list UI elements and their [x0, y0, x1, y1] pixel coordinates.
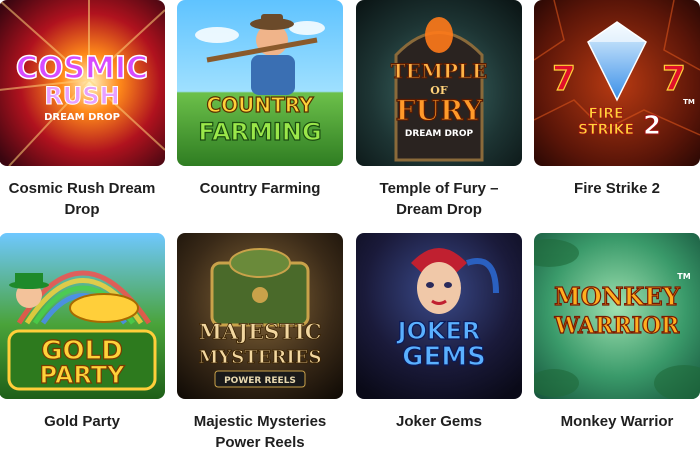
svg-text:RUSH: RUSH: [44, 82, 119, 110]
country-farming-artwork: COUNTRY FARMING: [177, 0, 343, 166]
svg-text:2: 2: [643, 111, 661, 141]
svg-text:TEMPLE: TEMPLE: [391, 59, 488, 83]
game-title[interactable]: Fire Strike 2: [534, 178, 700, 199]
svg-text:COSMIC: COSMIC: [16, 51, 148, 86]
majestic-mysteries-artwork: MAJESTIC MYSTERIES POWER REELS: [177, 233, 343, 399]
svg-text:FURY: FURY: [396, 94, 484, 127]
svg-text:GEMS: GEMS: [402, 342, 486, 372]
game-title[interactable]: Country Farming: [177, 178, 343, 199]
game-card-majestic-mysteries[interactable]: MAJESTIC MYSTERIES POWER REELS Majestic …: [177, 233, 343, 453]
game-thumbnail[interactable]: COUNTRY FARMING: [177, 0, 343, 166]
game-title[interactable]: Gold Party: [0, 411, 165, 432]
svg-text:MAJESTIC: MAJESTIC: [199, 319, 322, 344]
svg-text:DREAM DROP: DREAM DROP: [44, 112, 120, 123]
game-card-cosmic-rush[interactable]: COSMIC RUSH DREAM DROP Cosmic Rush Dream…: [0, 0, 165, 220]
game-card-joker-gems[interactable]: JOKER GEMS Joker Gems: [356, 233, 522, 432]
game-card-gold-party[interactable]: GOLD PARTY Gold Party: [0, 233, 165, 432]
svg-text:MYSTERIES: MYSTERIES: [199, 347, 322, 368]
svg-text:7: 7: [552, 59, 576, 99]
gold-party-artwork: GOLD PARTY: [0, 233, 165, 399]
game-thumbnail[interactable]: JOKER GEMS: [356, 233, 522, 399]
svg-text:COUNTRY: COUNTRY: [206, 93, 314, 117]
game-thumbnail[interactable]: GOLD PARTY: [0, 233, 165, 399]
monkey-warrior-artwork: MONKEY WARRIOR TM: [534, 233, 700, 399]
game-title[interactable]: Monkey Warrior: [534, 411, 700, 432]
svg-text:FARMING: FARMING: [198, 118, 321, 146]
game-title[interactable]: Cosmic Rush Dream Drop: [0, 178, 165, 220]
game-card-monkey-warrior[interactable]: MONKEY WARRIOR TM Monkey Warrior: [534, 233, 700, 432]
svg-text:FIRE: FIRE: [588, 106, 623, 122]
svg-text:PARTY: PARTY: [39, 361, 125, 389]
fire-strike-artwork: 7 7 FIRE STRIKE 2 TM: [534, 0, 700, 166]
svg-text:7: 7: [662, 59, 686, 99]
game-card-country-farming[interactable]: COUNTRY FARMING Country Farming: [177, 0, 343, 199]
svg-text:TM: TM: [677, 272, 690, 281]
game-card-fire-strike-2[interactable]: 7 7 FIRE STRIKE 2 TM Fire Strike 2: [534, 0, 700, 199]
game-card-temple-of-fury[interactable]: TEMPLE OF FURY DREAM DROP Temple of Fury…: [356, 0, 522, 220]
svg-text:TM: TM: [683, 98, 695, 106]
temple-of-fury-artwork: TEMPLE OF FURY DREAM DROP: [356, 0, 522, 166]
svg-text:POWER REELS: POWER REELS: [224, 376, 296, 386]
svg-text:DREAM DROP: DREAM DROP: [405, 129, 474, 139]
svg-text:JOKER: JOKER: [396, 317, 481, 345]
cosmic-rush-artwork: COSMIC RUSH DREAM DROP: [0, 0, 165, 166]
game-title[interactable]: Majestic Mysteries Power Reels: [177, 411, 343, 453]
game-title[interactable]: Joker Gems: [356, 411, 522, 432]
svg-text:MONKEY: MONKEY: [554, 282, 681, 311]
game-thumbnail[interactable]: MAJESTIC MYSTERIES POWER REELS: [177, 233, 343, 399]
game-title[interactable]: Temple of Fury – Dream Drop: [356, 178, 522, 220]
svg-text:WARRIOR: WARRIOR: [554, 313, 680, 339]
game-grid: COSMIC RUSH DREAM DROP Cosmic Rush Dream…: [0, 0, 700, 455]
game-thumbnail[interactable]: COSMIC RUSH DREAM DROP: [0, 0, 165, 166]
game-thumbnail[interactable]: MONKEY WARRIOR TM: [534, 233, 700, 399]
joker-gems-artwork: JOKER GEMS: [356, 233, 522, 399]
game-thumbnail[interactable]: TEMPLE OF FURY DREAM DROP: [356, 0, 522, 166]
svg-text:STRIKE: STRIKE: [578, 122, 634, 138]
game-thumbnail[interactable]: 7 7 FIRE STRIKE 2 TM: [534, 0, 700, 166]
